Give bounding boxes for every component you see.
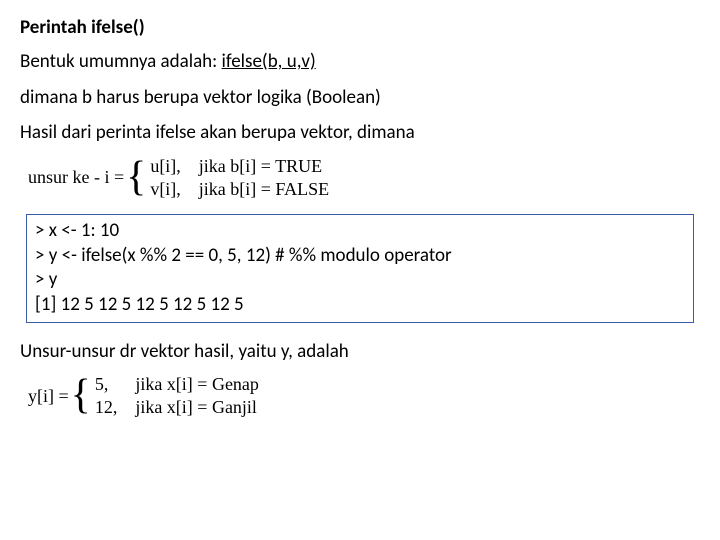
brace-icon: { bbox=[71, 377, 91, 415]
para1-underline: ifelse(b, u,v) bbox=[222, 50, 316, 73]
paragraph-1: Bentuk umumnya adalah: ifelse(b, u,v) bbox=[20, 49, 700, 75]
math-formula-2: y[i] = { 5, jika x[i] = Genap 12, jika x… bbox=[28, 374, 700, 418]
math-formula-1: unsur ke - i = { u[i], jika b[i] = TRUE … bbox=[28, 156, 700, 200]
brace-icon: { bbox=[126, 159, 146, 197]
math1-lhs: unsur ke - i = bbox=[28, 167, 124, 188]
code-line-1: > x <- 1: 10 bbox=[35, 219, 685, 244]
page-title: Perintah ifelse() bbox=[20, 16, 700, 39]
paragraph-4: Unsur-unsur dr vektor hasil, yaitu y, ad… bbox=[20, 339, 700, 365]
code-box: > x <- 1: 10 > y <- ifelse(x %% 2 == 0, … bbox=[26, 214, 694, 323]
paragraph-3: Hasil dari perinta ifelse akan berupa ve… bbox=[20, 120, 700, 146]
code-line-4: [1] 12 5 12 5 12 5 12 5 12 5 bbox=[35, 293, 685, 318]
math1-case1: u[i], jika b[i] = TRUE bbox=[150, 156, 329, 177]
code-line-2: > y <- ifelse(x %% 2 == 0, 5, 12) # %% m… bbox=[35, 244, 685, 269]
math1-case2: v[i], jika b[i] = FALSE bbox=[150, 179, 329, 200]
code-line-3: > y bbox=[35, 268, 685, 293]
math2-case1: 5, jika x[i] = Genap bbox=[95, 374, 259, 395]
paragraph-2: dimana b harus berupa vektor logika (Boo… bbox=[20, 85, 700, 111]
math2-case2: 12, jika x[i] = Ganjil bbox=[95, 397, 259, 418]
math2-lhs: y[i] = bbox=[28, 386, 69, 407]
para1-text: Bentuk umumnya adalah: bbox=[20, 50, 222, 73]
